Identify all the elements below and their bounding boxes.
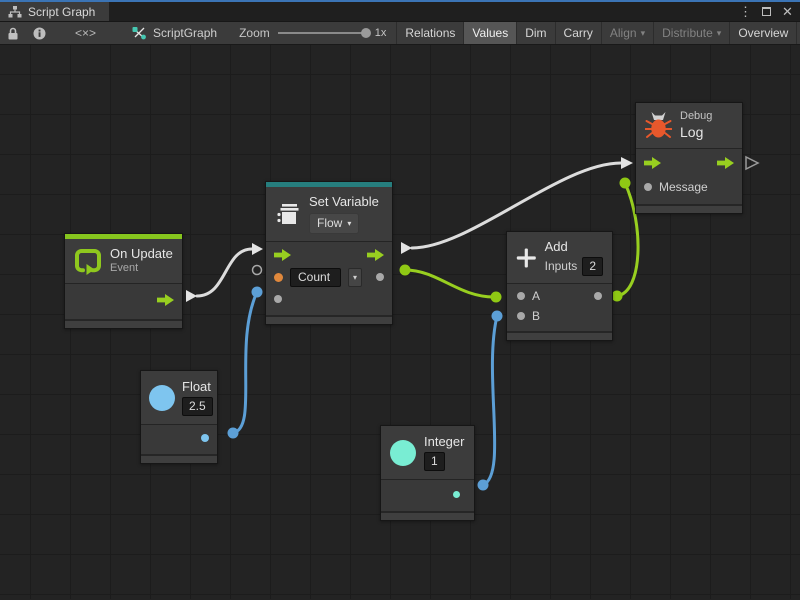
node-footer: [266, 315, 392, 324]
overview-button[interactable]: Overview: [730, 22, 796, 44]
variable-kind-dropdown[interactable]: Flow ▾: [309, 213, 359, 234]
wire-end-arrow: [621, 157, 633, 169]
tab-script-graph[interactable]: Script Graph: [0, 2, 109, 21]
node-footer: [141, 454, 217, 463]
dim-button[interactable]: Dim: [517, 22, 554, 44]
message-label: Message: [659, 180, 708, 194]
on-update-loop-icon: [74, 247, 102, 275]
integer-output-dot[interactable]: [453, 491, 460, 498]
window-titlebar: Script Graph ⋮ ✕: [0, 0, 800, 21]
node-float[interactable]: Float 2.5: [140, 370, 218, 464]
plus-icon: [516, 245, 537, 271]
code-preview-icon[interactable]: <×>: [53, 22, 118, 44]
node-title: Log: [680, 124, 712, 142]
close-icon[interactable]: ✕: [779, 3, 796, 20]
window-menu-icon[interactable]: ⋮: [737, 3, 754, 20]
node-footer: [381, 511, 474, 520]
flow-output-arrow-icon[interactable]: [157, 294, 174, 306]
node-footer: [636, 204, 742, 213]
node-header[interactable]: Integer 1: [381, 426, 474, 479]
inputs-label: Inputs: [545, 259, 578, 274]
node-header[interactable]: Debug Log: [636, 103, 742, 148]
float-output-dot[interactable]: [201, 434, 209, 442]
info-icon[interactable]: [26, 22, 53, 44]
unconnected-flow-triangle: [746, 157, 758, 169]
node-title: Float: [182, 379, 213, 395]
scriptgraph-label: ScriptGraph: [153, 26, 217, 40]
bug-icon: [645, 111, 672, 140]
variable-picker-button[interactable]: ▾: [348, 268, 362, 287]
flow-input-arrow-icon[interactable]: [644, 157, 661, 169]
float-value-field[interactable]: 2.5: [182, 397, 213, 416]
node-add[interactable]: Add Inputs 2 A B: [506, 231, 613, 341]
distribute-button[interactable]: Distribute ▾: [654, 22, 729, 44]
zoom-label: Zoom: [239, 26, 270, 40]
input-b-label: B: [532, 309, 540, 323]
unconnected-port-circle: [253, 266, 262, 275]
variable-port-dot[interactable]: [274, 273, 283, 282]
integer-value-field[interactable]: 1: [424, 452, 445, 471]
input-a-dot[interactable]: [517, 292, 525, 300]
wire-onupdate-to-setvariable[interactable]: [197, 249, 252, 296]
wire-float-to-setvariable[interactable]: [233, 292, 257, 433]
wire-integer-to-add-b[interactable]: [483, 316, 497, 485]
flow-input-arrow-icon[interactable]: [274, 249, 291, 261]
node-header[interactable]: On Update Event: [65, 239, 182, 283]
zoom-slider-handle[interactable]: [361, 28, 371, 38]
message-input-dot[interactable]: [644, 183, 652, 191]
node-title: Integer: [424, 434, 464, 450]
scriptgraph-breadcrumb[interactable]: ScriptGraph: [118, 22, 225, 44]
node-integer[interactable]: Integer 1: [380, 425, 475, 521]
node-category: Debug: [680, 110, 712, 124]
zoom-control: Zoom 1x: [239, 22, 386, 44]
float-circle-icon: [149, 385, 175, 411]
relations-button[interactable]: Relations: [397, 22, 463, 44]
lock-icon[interactable]: [0, 22, 26, 44]
value-output-dot[interactable]: [376, 273, 384, 281]
wire-setvariable-to-add-a[interactable]: [405, 270, 494, 297]
input-a-label: A: [532, 289, 540, 303]
maximize-icon[interactable]: [758, 3, 775, 20]
node-on-update[interactable]: On Update Event: [64, 233, 183, 329]
zoom-slider[interactable]: [278, 32, 366, 34]
graph-canvas[interactable]: On Update Event Set: [0, 45, 800, 599]
wire-start-arrow: [186, 290, 197, 302]
scriptgraph-icon: [132, 26, 147, 40]
tab-title: Script Graph: [28, 5, 95, 19]
node-footer: [507, 331, 612, 340]
value-input-dot[interactable]: [274, 295, 282, 303]
variable-name-field[interactable]: Count: [290, 268, 341, 287]
node-set-variable[interactable]: Set Variable Flow ▾ Count ▾: [265, 181, 393, 325]
align-button[interactable]: Align ▾: [602, 22, 653, 44]
wire-start-arrow: [401, 242, 412, 254]
chevron-down-icon: ▾: [347, 219, 351, 229]
node-header[interactable]: Add Inputs 2: [507, 232, 612, 283]
result-output-dot[interactable]: [594, 292, 602, 300]
chevron-down-icon: ▾: [641, 28, 646, 39]
node-title: Add: [545, 239, 603, 255]
carry-button[interactable]: Carry: [556, 22, 601, 44]
node-subtitle: Event: [110, 262, 173, 276]
node-title: On Update: [110, 246, 173, 262]
node-debug-log[interactable]: Debug Log Message: [635, 102, 743, 214]
script-graph-icon: [8, 6, 22, 18]
node-footer: [65, 319, 182, 328]
flow-output-arrow-icon[interactable]: [367, 249, 384, 261]
chevron-down-icon: ▾: [717, 28, 722, 39]
variable-icon: [275, 201, 301, 227]
zoom-value: 1x: [375, 27, 387, 39]
node-header[interactable]: Float 2.5: [141, 371, 217, 424]
flow-output-arrow-icon[interactable]: [717, 157, 734, 169]
node-header[interactable]: Set Variable Flow ▾: [266, 187, 392, 241]
integer-circle-icon: [390, 440, 416, 466]
values-button[interactable]: Values: [464, 22, 516, 44]
node-title: Set Variable: [309, 194, 379, 210]
input-b-dot[interactable]: [517, 312, 525, 320]
inputs-count-field[interactable]: 2: [582, 257, 603, 276]
chevron-down-icon: ▾: [353, 273, 357, 282]
graph-toolbar: <×> ScriptGraph Zoom 1x Relations Values…: [0, 21, 800, 45]
wire-end-arrow: [252, 243, 263, 255]
